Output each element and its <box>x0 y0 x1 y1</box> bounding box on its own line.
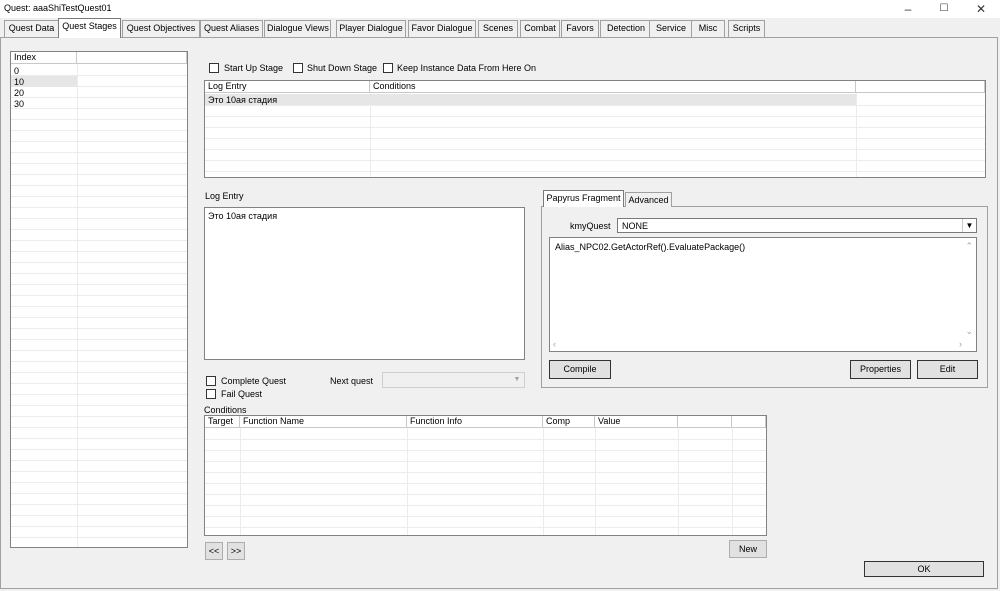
complete-quest-checkbox[interactable] <box>206 376 216 386</box>
list-item[interactable]: 20 <box>12 88 24 98</box>
shut-down-stage-checkbox[interactable] <box>293 63 303 73</box>
log-table-row[interactable]: Это 10ая стадия <box>206 95 277 105</box>
close-icon[interactable]: ✕ <box>966 0 996 18</box>
tab-scenes[interactable]: Scenes <box>478 20 518 37</box>
start-up-stage-label: Start Up Stage <box>224 63 284 73</box>
title-bar: Quest: aaaShiTestQuest01 – ☐ ✕ <box>0 0 1000 18</box>
window-title: Quest: aaaShiTestQuest01 <box>4 3 112 13</box>
conditions-column-header[interactable]: Conditions <box>370 81 856 93</box>
kmyquest-label: kmyQuest <box>570 221 611 231</box>
next-quest-dropdown[interactable]: ▼ <box>382 372 525 388</box>
tab-quest-aliases[interactable]: Quest Aliases <box>200 20 263 37</box>
tab-papyrus-fragment[interactable]: Papyrus Fragment <box>543 190 624 207</box>
fail-quest-checkbox[interactable] <box>206 389 216 399</box>
next-quest-label: Next quest <box>330 376 374 386</box>
conditions-label: Conditions <box>204 405 247 415</box>
conditions-header-blank-5 <box>678 416 732 428</box>
list-item[interactable]: 30 <box>12 99 24 109</box>
maximize-icon[interactable]: ☐ <box>929 0 959 18</box>
complete-quest-label: Complete Quest <box>221 376 287 386</box>
tab-quest-data[interactable]: Quest Data <box>4 20 59 37</box>
fragment-code: Alias_NPC02.GetActorRef().EvaluatePackag… <box>555 242 746 252</box>
new-button[interactable]: New <box>729 540 767 558</box>
conditions-header-target[interactable]: Target <box>205 416 240 428</box>
tab-quest-objectives[interactable]: Quest Objectives <box>122 20 200 37</box>
scroll-down-icon[interactable]: ⌄ <box>965 326 973 337</box>
index-header[interactable]: Index <box>11 52 77 64</box>
log-entry-text: Это 10ая стадия <box>208 211 278 221</box>
fail-quest-label: Fail Quest <box>221 389 263 399</box>
tab-detection[interactable]: Detection <box>600 20 652 37</box>
tab-player-dialogue[interactable]: Player Dialogue <box>336 20 406 37</box>
list-item[interactable]: 10 <box>12 77 24 87</box>
tab-scripts[interactable]: Scripts <box>728 20 765 37</box>
conditions-table[interactable]: Target Function Name Function Info Comp Valu… <box>204 415 767 536</box>
scroll-right-icon[interactable]: › <box>959 339 962 349</box>
tab-advanced[interactable]: Advanced <box>625 192 672 207</box>
previous-button[interactable]: << <box>205 542 223 560</box>
conditions-header-value[interactable]: Value <box>595 416 678 428</box>
log-entry-label: Log Entry <box>205 191 244 201</box>
keep-instance-checkbox[interactable] <box>383 63 393 73</box>
kmyquest-value: NONE <box>622 221 649 231</box>
ok-button[interactable]: OK <box>864 561 984 577</box>
next-button[interactable]: >> <box>227 542 245 560</box>
list-item[interactable]: 0 <box>12 66 19 76</box>
tab-favors[interactable]: Favors <box>561 20 599 37</box>
keep-instance-label: Keep Instance Data From Here On <box>397 63 537 73</box>
tab-favor-dialogue[interactable]: Favor Dialogue <box>408 20 476 37</box>
minimize-icon[interactable]: – <box>893 0 923 18</box>
tab-combat[interactable]: Combat <box>520 20 560 37</box>
tab-service[interactable]: Service <box>649 20 693 37</box>
chevron-down-icon: ▼ <box>513 376 521 383</box>
edit-button[interactable]: Edit <box>917 360 978 379</box>
conditions-header-function-info[interactable]: Function Info <box>407 416 543 428</box>
conditions-header-function-name[interactable]: Function Name <box>240 416 407 428</box>
scroll-up-icon[interactable]: ⌃ <box>965 241 973 252</box>
log-entry-textarea[interactable]: Это 10ая стадия <box>204 207 525 360</box>
shut-down-stage-label: Shut Down Stage <box>307 63 378 73</box>
tab-quest-stages[interactable]: Quest Stages <box>58 18 121 38</box>
chevron-down-icon: ▼ <box>962 219 976 232</box>
log-table-row-selected[interactable] <box>205 94 856 105</box>
conditions-header-blank-6 <box>732 416 766 428</box>
blank-column-header <box>856 81 985 93</box>
tab-dialogue-views[interactable]: Dialogue Views <box>264 20 331 37</box>
scroll-left-icon[interactable]: ‹ <box>553 339 556 349</box>
conditions-header-comp[interactable]: Comp <box>543 416 595 428</box>
properties-button[interactable]: Properties <box>850 360 911 379</box>
log-entry-table[interactable]: Log Entry Conditions Это 10ая стадия <box>204 80 986 178</box>
kmyquest-dropdown[interactable]: NONE ▼ <box>617 218 977 233</box>
compile-button[interactable]: Compile <box>549 360 611 379</box>
index-header-blank <box>77 52 187 64</box>
index-list[interactable]: Index 0 10 20 30 <box>10 51 188 548</box>
fragment-code-editor[interactable]: Alias_NPC02.GetActorRef().EvaluatePackag… <box>549 237 977 352</box>
start-up-stage-checkbox[interactable] <box>209 63 219 73</box>
tab-misc[interactable]: Misc <box>691 20 725 37</box>
log-entry-column-header[interactable]: Log Entry <box>205 81 370 93</box>
